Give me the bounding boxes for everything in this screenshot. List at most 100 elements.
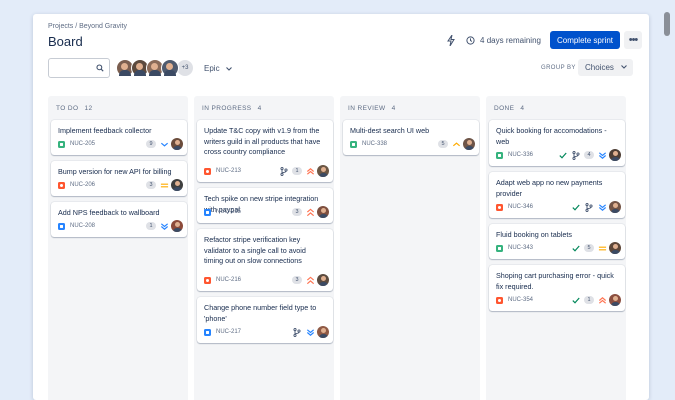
- story-points-badge: 1: [146, 222, 156, 230]
- header-actions: 4 days remaining Complete sprint •••: [444, 31, 642, 49]
- assignee-avatar[interactable]: [317, 206, 329, 218]
- complete-sprint-button[interactable]: Complete sprint: [549, 31, 620, 49]
- issue-key[interactable]: NUC-208: [70, 223, 95, 229]
- issue-key[interactable]: NUC-215: [216, 209, 241, 215]
- done-check-icon: [571, 296, 581, 305]
- assignee-avatar[interactable]: [609, 294, 621, 306]
- more-actions-button[interactable]: •••: [624, 31, 642, 49]
- issue-card[interactable]: Refactor stripe verification key validat…: [197, 229, 333, 291]
- issue-key[interactable]: NUC-205: [70, 141, 95, 147]
- board-column: TO DO 12 Implement feedback collector NUC-2…: [48, 96, 188, 400]
- task-type-icon: [204, 328, 211, 336]
- issue-key[interactable]: NUC-216: [216, 277, 241, 283]
- issue-key[interactable]: NUC-206: [70, 182, 95, 188]
- story-points-badge: 3: [146, 181, 156, 189]
- card-footer: NUC-205 9: [58, 138, 183, 150]
- column-count: 4: [391, 105, 396, 112]
- assignee-avatar[interactable]: [317, 274, 329, 286]
- card-footer: NUC-343 5: [496, 242, 621, 254]
- card-footer: NUC-216 3: [204, 274, 329, 286]
- assignee-avatar[interactable]: [317, 165, 329, 177]
- bug-type-icon: [496, 296, 503, 304]
- column-count: 4: [257, 105, 262, 112]
- sprint-timer: 4 days remaining: [466, 36, 541, 45]
- story-type-icon: [496, 151, 503, 159]
- card-footer: NUC-215 3: [204, 206, 329, 218]
- card-title: Adapt web app no new payments provider: [496, 178, 603, 198]
- column-header: IN REVIEW 4: [348, 105, 396, 112]
- task-type-icon: [58, 222, 65, 230]
- priority-medium-icon: [159, 181, 169, 190]
- branch-icon[interactable]: [292, 327, 302, 337]
- breadcrumb[interactable]: Projects / Beyond Gravity: [48, 23, 127, 30]
- assignee-avatar[interactable]: [171, 179, 183, 191]
- issue-card[interactable]: Multi-dest search UI web NUC-338 5: [343, 120, 479, 155]
- column-title: TO DO: [56, 105, 79, 112]
- time-remaining: 4 days remaining: [480, 35, 541, 45]
- branch-icon[interactable]: [571, 150, 581, 160]
- priority-high-icon: [305, 208, 315, 217]
- done-check-icon: [558, 151, 568, 160]
- assignee-avatar[interactable]: [463, 138, 475, 150]
- issue-card[interactable]: Implement feedback collector NUC-205 9: [51, 120, 187, 155]
- card-title: Add NPS feedback to wallboard: [58, 208, 160, 217]
- priority-medium-up-icon: [451, 140, 461, 149]
- assignee-avatar[interactable]: [171, 138, 183, 150]
- priority-lowest-icon: [159, 222, 169, 231]
- issue-card[interactable]: Add NPS feedback to wallboard NUC-208 1: [51, 202, 187, 237]
- story-points-badge: 4: [584, 151, 594, 159]
- issue-card[interactable]: Quick booking for accomodations - web NUC…: [489, 120, 625, 166]
- card-title: Update T&C copy with v1.9 from the write…: [204, 126, 321, 156]
- scrollbar[interactable]: [664, 12, 670, 36]
- lightning-icon[interactable]: [444, 33, 458, 47]
- issue-card[interactable]: Bump version for new API for billing NUC-…: [51, 161, 187, 196]
- issue-key[interactable]: NUC-217: [216, 329, 241, 335]
- column-header: DONE 4: [494, 105, 524, 112]
- assignee-avatar[interactable]: [609, 242, 621, 254]
- bug-type-icon: [204, 167, 211, 175]
- epic-filter[interactable]: Epic: [204, 64, 232, 73]
- story-type-icon: [350, 140, 357, 148]
- card-title: Refactor stripe verification key validat…: [204, 235, 306, 265]
- issue-card[interactable]: Tech spike on new stripe integration wit…: [197, 188, 333, 223]
- branch-icon[interactable]: [584, 202, 594, 212]
- issue-card[interactable]: Adapt web app no new payments provider NU…: [489, 172, 625, 218]
- group-by-select[interactable]: Choices: [578, 59, 633, 76]
- assignee-avatar[interactable]: [609, 201, 621, 213]
- branch-icon[interactable]: [279, 166, 289, 176]
- column-header: IN PROGRESS 4: [202, 105, 262, 112]
- story-points-badge: 3: [292, 208, 302, 216]
- issue-key[interactable]: NUC-336: [508, 152, 533, 158]
- card-title: Bump version for new API for billing: [58, 167, 172, 176]
- issue-key[interactable]: NUC-213: [216, 168, 241, 174]
- issue-card[interactable]: Change phone number field type to 'phone…: [197, 297, 333, 343]
- column-header: TO DO 12: [56, 105, 93, 112]
- card-footer: NUC-206 3: [58, 179, 183, 191]
- group-by-value: Choices: [585, 63, 614, 72]
- priority-lowest-icon: [597, 203, 607, 212]
- card-title: Quick booking for accomodations - web: [496, 126, 607, 146]
- priority-lowest-icon: [597, 151, 607, 160]
- assignee-avatar[interactable]: [317, 326, 329, 338]
- search-input[interactable]: [48, 58, 110, 78]
- priority-low-icon: [159, 140, 169, 149]
- issue-key[interactable]: NUC-346: [508, 204, 533, 210]
- done-check-icon: [571, 244, 581, 253]
- issue-card[interactable]: Update T&C copy with v1.9 from the write…: [197, 120, 333, 182]
- story-type-icon: [58, 140, 65, 148]
- issue-card[interactable]: Fluid booking on tablets NUC-343 5: [489, 224, 625, 259]
- assignee-avatar[interactable]: [171, 220, 183, 232]
- priority-high-icon: [305, 276, 315, 285]
- story-points-badge: 3: [292, 276, 302, 284]
- issue-key[interactable]: NUC-343: [508, 245, 533, 251]
- card-title: Implement feedback collector: [58, 126, 152, 135]
- issue-key[interactable]: NUC-354: [508, 297, 533, 303]
- done-check-icon: [571, 203, 581, 212]
- group-by-label: GROUP BY: [541, 65, 576, 71]
- filter-avatar[interactable]: [161, 59, 179, 77]
- issue-key[interactable]: NUC-338: [362, 141, 387, 147]
- issue-card[interactable]: Shoping cart purchasing error - quick fi…: [489, 265, 625, 311]
- assignee-avatar[interactable]: [609, 149, 621, 161]
- card-title: Shoping cart purchasing error - quick fi…: [496, 271, 614, 291]
- card-title: Fluid booking on tablets: [496, 230, 572, 239]
